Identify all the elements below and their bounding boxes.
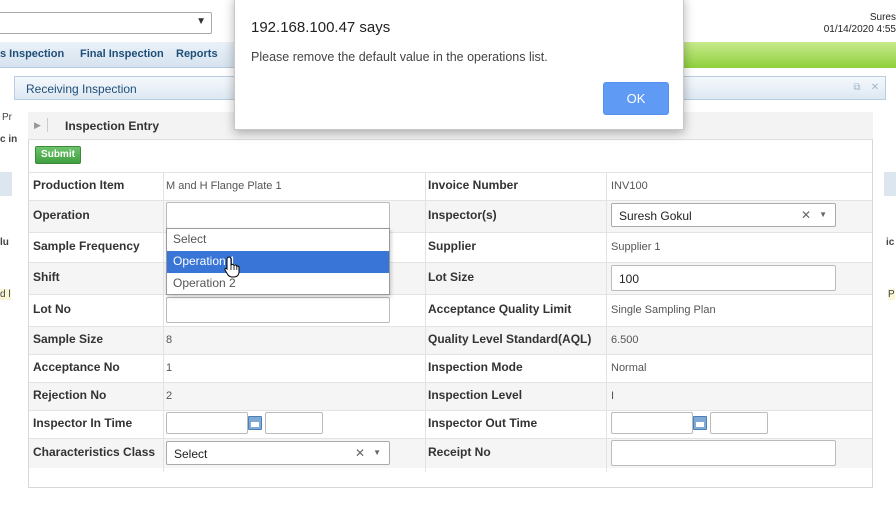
clear-icon[interactable]: ✕ (355, 446, 365, 460)
sample-frequency-label: Sample Frequency (33, 239, 140, 253)
supplier-label: Supplier (428, 239, 477, 253)
acceptance-no-value: 1 (166, 362, 173, 374)
aql-label: Acceptance Quality Limit (428, 302, 572, 316)
characteristics-class-label: Characteristics Class (33, 445, 156, 459)
chevron-down-icon: ▼ (196, 16, 206, 27)
chevron-down-icon: ▼ (373, 448, 381, 457)
inspector-out-time-input[interactable] (710, 412, 768, 434)
supplier-value: Supplier 1 (611, 241, 661, 253)
panel-title: Receiving Inspection (26, 82, 137, 96)
clear-icon[interactable]: ✕ (801, 208, 811, 222)
inspector-in-date-input[interactable] (166, 412, 248, 434)
production-item-label: Production Item (33, 178, 125, 192)
ok-button[interactable]: OK (603, 82, 669, 115)
sample-size-value: 8 (166, 334, 173, 346)
close-icon[interactable]: ✕ (869, 82, 881, 94)
background-stripe (884, 172, 896, 196)
shift-label: Shift (33, 270, 60, 284)
inspector-out-date-input[interactable] (611, 412, 693, 434)
collapse-toggle-icon[interactable]: ▶ (34, 118, 48, 132)
lot-no-label: Lot No (33, 302, 71, 316)
inspector-out-time-label: Inspector Out Time (428, 416, 538, 430)
operation-search-input[interactable] (166, 202, 390, 229)
quality-level-label: Quality Level Standard(AQL) (428, 332, 592, 346)
operation-label: Operation (33, 208, 90, 222)
operation-dropdown-list: Select Operation 1 Operation 2 (166, 228, 390, 295)
lot-no-input[interactable] (166, 297, 390, 323)
column-divider (606, 172, 607, 472)
background-fragment: lu (0, 237, 9, 248)
popout-icon[interactable]: ⧉ (851, 82, 863, 94)
sample-size-label: Sample Size (33, 332, 104, 346)
calendar-icon[interactable] (248, 416, 262, 430)
alert-message: Please remove the default value in the o… (251, 50, 548, 64)
column-divider (425, 172, 426, 472)
user-name: Sures (869, 12, 896, 23)
dropdown-option[interactable]: Operation 2 (167, 273, 389, 295)
background-stripe (0, 172, 12, 196)
background-fragment: d l (0, 289, 11, 300)
lot-size-label: Lot Size (428, 270, 475, 284)
aql-value: Single Sampling Plan (611, 304, 716, 316)
inspection-level-value: I (611, 390, 615, 402)
inspection-mode-label: Inspection Mode (428, 360, 523, 374)
lot-size-input[interactable]: 100 (611, 265, 836, 291)
background-fragment: Pr (2, 112, 12, 123)
inspector-in-time-label: Inspector In Time (33, 416, 133, 430)
inspectors-value: Suresh Gokul (619, 209, 692, 223)
nav-item-reports[interactable]: Reports (176, 48, 218, 60)
receipt-no-label: Receipt No (428, 445, 491, 459)
nav-item-process-inspection[interactable]: s Inspection (0, 48, 64, 60)
characteristics-class-value: Select (174, 447, 208, 461)
inspectors-label: Inspector(s) (428, 208, 497, 222)
module-select[interactable]: ▼ (0, 12, 212, 34)
datetime: 01/14/2020 4:55 (823, 24, 896, 35)
nav-accent-bar (684, 42, 896, 68)
production-item-value: M and H Flange Plate 1 (166, 180, 282, 192)
alert-dialog: 192.168.100.47 says Please remove the de… (234, 0, 684, 130)
column-divider (163, 172, 164, 472)
characteristics-class-select[interactable]: Select ✕ ▼ (166, 441, 390, 465)
rejection-no-value: 2 (166, 390, 173, 402)
background-fragment: ic (886, 237, 895, 248)
alert-title: 192.168.100.47 says (251, 19, 391, 36)
submit-button[interactable]: Submit (35, 146, 81, 164)
invoice-number-value: INV100 (611, 180, 648, 192)
dropdown-option-highlighted[interactable]: Operation 1 (167, 251, 389, 273)
inspection-mode-value: Normal (611, 362, 647, 374)
background-fragment: c in (0, 134, 18, 145)
chevron-down-icon: ▼ (819, 210, 827, 219)
inspection-entry-title: Inspection Entry (65, 119, 160, 133)
rejection-no-label: Rejection No (33, 388, 107, 402)
receipt-no-input[interactable] (611, 440, 836, 466)
dropdown-option[interactable]: Select (167, 229, 389, 251)
hand-cursor-icon (224, 256, 240, 278)
quality-level-value: 6.500 (611, 334, 639, 346)
acceptance-no-label: Acceptance No (33, 360, 120, 374)
background-fragment: P (888, 289, 895, 300)
nav-item-final-inspection[interactable]: Final Inspection (80, 48, 164, 60)
inspectors-select[interactable]: Suresh Gokul ✕ ▼ (611, 203, 836, 227)
inspector-in-time-input[interactable] (265, 412, 323, 434)
calendar-icon[interactable] (693, 416, 707, 430)
user-info: Sures 01/14/2020 4:55 (824, 12, 896, 36)
inspection-level-label: Inspection Level (428, 388, 523, 402)
invoice-number-label: Invoice Number (428, 178, 519, 192)
